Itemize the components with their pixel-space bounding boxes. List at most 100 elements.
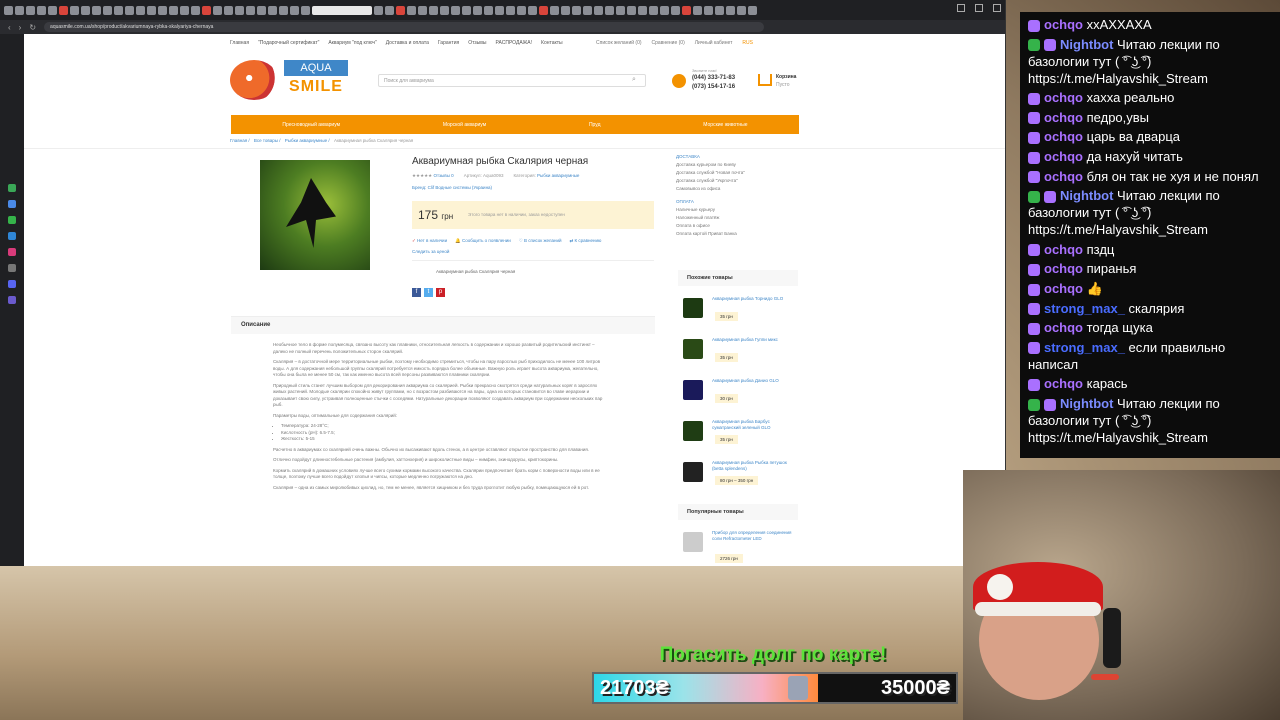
tab-favicon[interactable] (748, 5, 757, 15)
tab-favicon[interactable] (605, 5, 614, 15)
maximize-icon[interactable] (975, 4, 983, 12)
sidebar-app-icon[interactable] (8, 248, 16, 256)
similar-item[interactable]: Аквариумная рыбка Данио GLO 30 грн (678, 376, 798, 417)
similar-item[interactable]: Аквариумная рыбка Торнидо GLO 35 грн (678, 294, 798, 335)
wishlist-button[interactable]: ♡ В список желаний (519, 238, 562, 244)
tab-favicon[interactable] (4, 5, 13, 15)
chat-username[interactable]: ochqo (1044, 320, 1083, 335)
topnav-link[interactable]: Отзывы (468, 40, 486, 46)
topnav-link[interactable]: Аквариум "под ключ" (328, 40, 376, 46)
description-tab[interactable]: Описание (231, 316, 655, 334)
topnav-link[interactable]: Доставка и оплата (386, 40, 429, 46)
tab-favicon[interactable] (169, 5, 178, 15)
menu-item[interactable]: Пресноводный аквариум (282, 122, 340, 128)
tab-favicon[interactable] (191, 5, 200, 15)
menu-item[interactable]: Пруд (589, 122, 601, 128)
tab-favicon[interactable] (649, 5, 658, 15)
similar-item-name[interactable]: Аквариумная рыбка Рыбка петушок (betta s… (712, 460, 796, 472)
similar-item[interactable]: Аквариумная рыбка Гуппи микс 35 грн (678, 335, 798, 376)
tab-favicon[interactable] (396, 5, 405, 15)
tab-favicon[interactable] (627, 5, 636, 15)
tab-favicon[interactable] (202, 5, 211, 15)
tab-favicon[interactable] (451, 5, 460, 15)
tab-favicon[interactable] (246, 5, 255, 15)
tab-favicon[interactable] (385, 5, 394, 15)
notify-button[interactable]: 🔔 Сообщить о появлении (455, 238, 511, 244)
chat-username[interactable]: ochqo (1044, 129, 1083, 144)
chat-username[interactable]: ochqo (1044, 376, 1083, 391)
tab-favicon[interactable] (81, 5, 90, 15)
breadcrumb-link[interactable]: Все товары / (254, 138, 281, 143)
sidebar-app-icon[interactable] (8, 216, 16, 224)
tab-favicon[interactable] (693, 5, 702, 15)
chat-username[interactable]: ochqo (1044, 261, 1083, 276)
tab-favicon[interactable] (125, 5, 134, 15)
tab-favicon[interactable] (528, 5, 537, 15)
chat-username[interactable]: ochqo (1044, 169, 1083, 184)
site-logo[interactable]: AQUA SMILE (230, 58, 350, 102)
phone-number[interactable]: (044) 333-71-83 (692, 75, 735, 81)
topnav-link[interactable]: "Подарочный сертификат" (258, 40, 319, 46)
popular-item[interactable]: Прибор для определения соединения соли R… (678, 528, 798, 566)
chat-username[interactable]: ochqo (1044, 90, 1083, 105)
chat-username[interactable]: Nightbot (1060, 188, 1113, 203)
chat-username[interactable]: strong_max_ (1044, 301, 1125, 316)
topnav-link[interactable]: Контакты (541, 40, 563, 46)
tab-active[interactable] (312, 5, 372, 15)
tab-favicon[interactable] (440, 5, 449, 15)
tab-favicon[interactable] (180, 5, 189, 15)
url-field[interactable]: aquasmile.com.ua/shop/product/akvariumna… (44, 22, 765, 32)
rating-stars[interactable]: ★★★★★ Отзывы 0 (412, 173, 454, 179)
tab-favicon[interactable] (517, 5, 526, 15)
chat-username[interactable]: ochqo (1044, 17, 1083, 32)
phone-number[interactable]: (073) 154-17-16 (692, 84, 735, 90)
tab-favicon[interactable] (224, 5, 233, 15)
chat-username[interactable]: ochqo (1044, 110, 1083, 125)
tab-favicon[interactable] (213, 5, 222, 15)
tab-favicon[interactable] (726, 5, 735, 15)
tab-favicon[interactable] (147, 5, 156, 15)
minimize-icon[interactable] (957, 4, 965, 12)
tab-favicon[interactable] (495, 5, 504, 15)
facebook-icon[interactable]: f (412, 288, 421, 297)
close-icon[interactable] (993, 4, 1001, 12)
tab-favicon[interactable] (235, 5, 244, 15)
chat-username[interactable]: ochqo (1044, 281, 1083, 296)
similar-item-name[interactable]: Аквариумная рыбка Гуппи микс (712, 337, 796, 343)
tab-favicon[interactable] (484, 5, 493, 15)
popular-item-name[interactable]: Прибор для определения соединения соли R… (712, 530, 796, 542)
similar-item[interactable]: Аквариумная рыбка Барбус суматранский зе… (678, 417, 798, 458)
menu-item[interactable]: Морской аквариум (443, 122, 486, 128)
tab-favicon[interactable] (279, 5, 288, 15)
reload-icon[interactable]: ↻ (29, 23, 36, 32)
tab-favicon[interactable] (638, 5, 647, 15)
chat-username[interactable]: ochqo (1044, 149, 1083, 164)
tab-favicon[interactable] (682, 5, 691, 15)
tab-favicon[interactable] (583, 5, 592, 15)
tab-favicon[interactable] (70, 5, 79, 15)
breadcrumb-link[interactable]: Главная / (230, 138, 250, 143)
tab-favicon[interactable] (407, 5, 416, 15)
tab-favicon[interactable] (48, 5, 57, 15)
compare-button[interactable]: ⇄ К сравнению (570, 238, 602, 244)
tab-favicon[interactable] (37, 5, 46, 15)
sidebar-app-icon[interactable] (8, 184, 16, 192)
tab-favicon[interactable] (268, 5, 277, 15)
chat-username[interactable]: strong_max_ (1044, 340, 1125, 355)
tab-favicon[interactable] (550, 5, 559, 15)
tab-favicon[interactable] (15, 5, 24, 15)
tab-favicon[interactable] (136, 5, 145, 15)
tab-favicon[interactable] (704, 5, 713, 15)
tab-favicon[interactable] (301, 5, 310, 15)
sidebar-app-icon[interactable] (8, 264, 16, 272)
search-input[interactable]: Поиск для аквариума (378, 74, 646, 87)
compare-link[interactable]: Сравнение (0) (652, 40, 685, 46)
twitter-icon[interactable]: t (424, 288, 433, 297)
tab-favicon[interactable] (473, 5, 482, 15)
search-icon[interactable]: ⌕ (632, 76, 636, 84)
tab-favicon[interactable] (158, 5, 167, 15)
tab-favicon[interactable] (374, 5, 383, 15)
topnav-link[interactable]: Главная (230, 40, 249, 46)
similar-item[interactable]: Аквариумная рыбка Рыбка петушок (betta s… (678, 458, 798, 499)
tab-favicon[interactable] (290, 5, 299, 15)
